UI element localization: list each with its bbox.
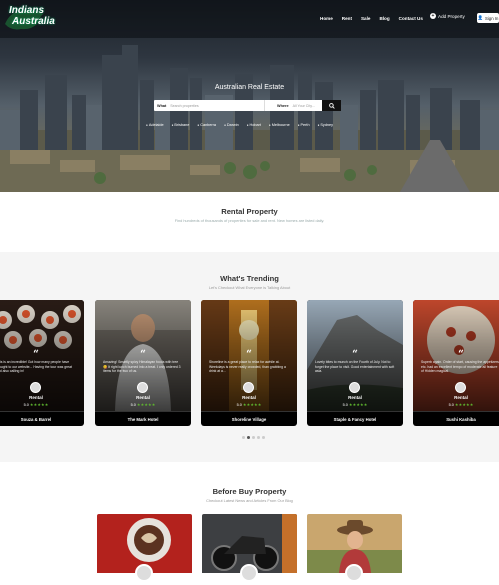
- carousel-dot[interactable]: [242, 436, 245, 439]
- quote-icon: “: [458, 349, 464, 360]
- review-text: This is an incredible! Got how many peop…: [0, 360, 72, 374]
- blog-card[interactable]: [307, 514, 402, 585]
- buy-section-subtitle: Checkout Latest News and Articles From O…: [206, 498, 293, 503]
- star-rating-icon: ★★★★★: [348, 403, 368, 407]
- carousel-dot[interactable]: [252, 436, 255, 439]
- author-avatar: [135, 564, 153, 582]
- buy-section-title: Before Buy Property: [212, 487, 287, 496]
- nav-rent[interactable]: Rent: [342, 16, 352, 21]
- rating: 5.0 ★★★★★: [0, 402, 84, 407]
- city-link-brisbane[interactable]: Brisbane: [172, 123, 189, 127]
- carousel-dots: [242, 436, 265, 439]
- rental-section-subtitle: Find hundreds of thousands of properties…: [174, 218, 325, 223]
- review-text: Shoreline is a great place to relax for …: [209, 360, 286, 374]
- nav-blog[interactable]: Blog: [379, 16, 389, 21]
- listing-name[interactable]: Sushi Kashiba: [413, 411, 499, 426]
- reviewer-avatar: [349, 382, 360, 393]
- where-label: Where: [277, 103, 289, 108]
- quote-icon: “: [33, 349, 39, 360]
- rating-value: 5.0: [23, 403, 29, 407]
- city-link-adelaide[interactable]: Adelaide: [146, 123, 164, 127]
- nav-links: Home Rent Sale Blog Contact Us: [320, 16, 423, 21]
- rating: 5.0 ★★★★★: [95, 402, 191, 407]
- review-text: Lovely bites to munch on the Fourth of J…: [315, 360, 395, 374]
- top-navbar: Indians Australia Home Rent Sale Blog Co…: [0, 0, 499, 38]
- what-placeholder: Search properties: [170, 103, 199, 108]
- logo-text-line2[interactable]: Australia: [12, 16, 55, 27]
- reviewer-avatar: [137, 382, 148, 393]
- rating: 5.0 ★★★★★: [201, 402, 297, 407]
- add-property-label: Add Property: [438, 13, 465, 19]
- quote-icon: “: [246, 349, 252, 360]
- listing-type: Rental: [136, 395, 150, 400]
- star-rating-icon: ★★★★★: [242, 403, 262, 407]
- nav-sale[interactable]: Sale: [361, 16, 370, 21]
- carousel-dot[interactable]: [257, 436, 260, 439]
- logo-text-line1[interactable]: Indians: [9, 5, 44, 16]
- trending-card[interactable]: “ Amazing! Smartly spicy Himalayan foods…: [95, 300, 191, 426]
- rating-value: 5.0: [342, 403, 348, 407]
- author-avatar: [345, 564, 363, 582]
- trending-section-title: What's Trending: [220, 274, 279, 283]
- listing-name[interactable]: The Mark Hotel: [95, 411, 191, 426]
- reviewer-avatar: [243, 382, 254, 393]
- sign-in-label: Sign In: [484, 15, 499, 21]
- hero-title: Australian Real Estate: [214, 84, 285, 91]
- carousel-dot-active[interactable]: [247, 436, 250, 439]
- search-bar: What Search properties Where All Your Ci…: [154, 100, 341, 111]
- search-icon: [328, 102, 335, 109]
- blog-card[interactable]: [202, 514, 297, 585]
- reviewer-avatar: [455, 382, 466, 393]
- nav-contact-us[interactable]: Contact Us: [399, 16, 423, 21]
- author-avatar: [240, 564, 258, 582]
- user-icon: 👤: [477, 15, 483, 20]
- star-rating-icon: ★★★★★: [454, 403, 474, 407]
- quote-icon: “: [352, 349, 358, 360]
- rating-value: 5.0: [130, 403, 136, 407]
- what-search-field[interactable]: What Search properties: [154, 100, 264, 111]
- city-link-darwin[interactable]: Darwin: [224, 123, 239, 127]
- rating: 5.0 ★★★★★: [413, 402, 499, 407]
- city-links: Adelaide Brisbane Canberra Darwin Hobart…: [146, 123, 333, 127]
- hero-section: Indians Australia Home Rent Sale Blog Co…: [0, 0, 499, 192]
- city-link-hobart[interactable]: Hobart: [247, 123, 261, 127]
- search-button[interactable]: [322, 100, 341, 111]
- trending-card[interactable]: “ This is an incredible! Got how many pe…: [0, 300, 84, 426]
- city-link-canberra[interactable]: Canberra: [197, 123, 216, 127]
- rental-section-title: Rental Property: [221, 207, 278, 216]
- reviewer-avatar: [30, 382, 41, 393]
- rating-value: 5.0: [448, 403, 454, 407]
- city-link-sydney[interactable]: Sydney: [318, 123, 333, 127]
- nav-home[interactable]: Home: [320, 16, 333, 21]
- trending-card[interactable]: “ Shoreline is a great place to relax fo…: [201, 300, 297, 426]
- city-link-perth[interactable]: Perth: [298, 123, 310, 127]
- rating: 5.0 ★★★★★: [307, 402, 403, 407]
- where-placeholder: All Your City...: [292, 103, 315, 108]
- what-label: What: [157, 103, 167, 108]
- city-link-melbourne[interactable]: Melbourne: [269, 123, 290, 127]
- quote-icon: “: [140, 349, 146, 360]
- where-search-field[interactable]: Where All Your City...: [264, 100, 322, 111]
- plus-icon: +: [430, 13, 436, 19]
- listing-type: Rental: [29, 395, 43, 400]
- trending-section-subtitle: Let's Checkout What Everyone is Talking …: [208, 285, 291, 290]
- review-text: Amazing! Smartly spicy Himalayan foods w…: [103, 360, 181, 374]
- blog-card[interactable]: [97, 514, 192, 585]
- trending-card[interactable]: “ Superb again. Order of start, causing …: [413, 300, 499, 426]
- sign-in-button[interactable]: 👤 Sign In: [477, 13, 499, 23]
- star-rating-icon: ★★★★★: [136, 403, 156, 407]
- listing-type: Rental: [242, 395, 256, 400]
- review-text: Superb again. Order of start, causing th…: [421, 360, 499, 374]
- listing-name[interactable]: Staple & Fancy Hotel: [307, 411, 403, 426]
- add-property-button[interactable]: + Add Property: [430, 13, 465, 19]
- carousel-dot[interactable]: [262, 436, 265, 439]
- listing-type: Rental: [454, 395, 468, 400]
- trending-card[interactable]: “ Lovely bites to munch on the Fourth of…: [307, 300, 403, 426]
- page: Indians Australia Home Rent Sale Blog Co…: [0, 0, 499, 585]
- star-rating-icon: ★★★★★: [29, 403, 49, 407]
- rating-value: 5.0: [236, 403, 242, 407]
- listing-name[interactable]: Shoreline Village: [201, 411, 297, 426]
- listing-name[interactable]: Souza & Barrel: [0, 411, 84, 426]
- listing-type: Rental: [348, 395, 362, 400]
